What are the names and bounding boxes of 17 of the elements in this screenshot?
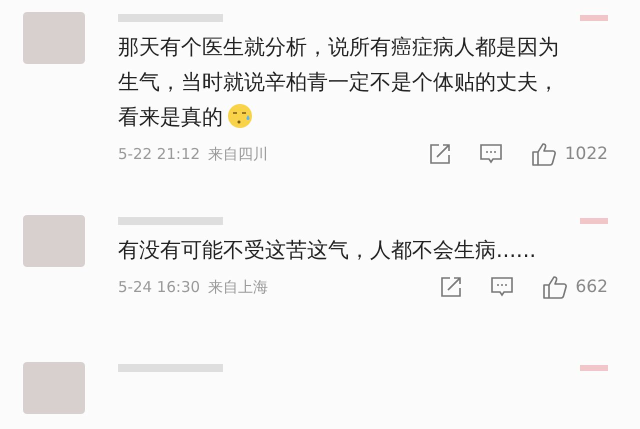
badge-placeholder	[580, 218, 608, 224]
like-count: 662	[576, 277, 608, 297]
like-count: 1022	[564, 144, 608, 164]
thumbs-up-icon[interactable]	[542, 274, 568, 300]
comment-location: 来自上海	[208, 278, 268, 296]
comment-icon[interactable]	[490, 276, 514, 298]
share-icon[interactable]	[428, 143, 451, 165]
share-icon[interactable]	[440, 276, 462, 298]
badge-placeholder	[580, 365, 608, 371]
comment-icon[interactable]	[478, 143, 503, 165]
thumbs-up-icon[interactable]	[530, 141, 557, 167]
comment-time: 5-24 16:30	[118, 278, 200, 296]
comment-text: 有没有可能不受这苦这气，人都不会生病......	[118, 237, 538, 264]
badge-placeholder	[580, 15, 608, 21]
comment-time: 5-22 21:12	[118, 145, 200, 163]
comment-text: 那天有个医生就分析，说所有癌症病人都是因为生气，当时就说辛柏青一定不是个体贴的丈夫，看来是真的	[118, 34, 560, 131]
comment-location: 来自四川	[208, 144, 268, 164]
